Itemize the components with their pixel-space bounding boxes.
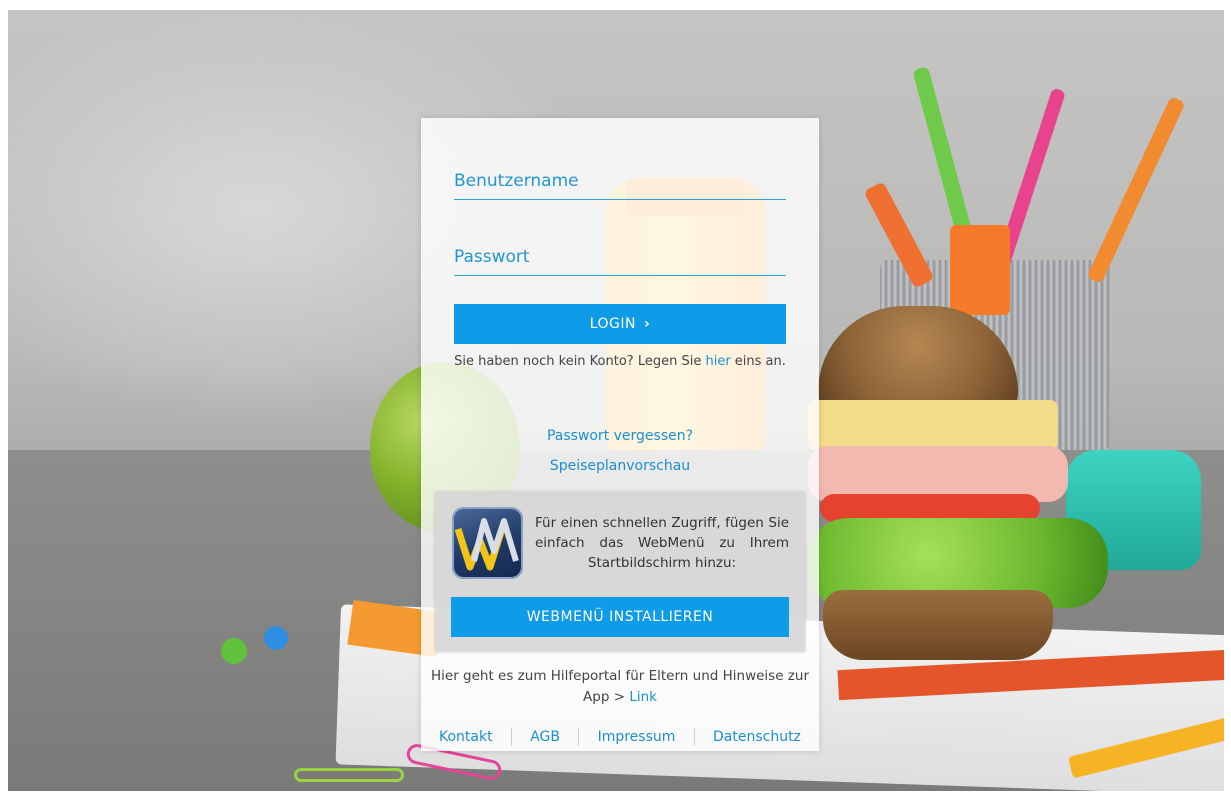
register-link[interactable]: hier — [705, 354, 730, 369]
pushpin-decoration — [264, 626, 288, 650]
help-text: Hier geht es zum Hilfeportal für Eltern … — [430, 668, 810, 705]
login-button[interactable]: LOGIN › — [454, 304, 786, 344]
username-input[interactable] — [454, 162, 786, 200]
sandwich-cheese — [808, 400, 1058, 450]
install-webmenu-button[interactable]: WEBMENÜ INSTALLIEREN — [451, 597, 789, 637]
login-button-label: LOGIN — [589, 316, 636, 332]
sandwich-bun-bottom — [823, 590, 1053, 660]
install-app-box: Für einen schnellen Zugriff, fügen Sie e… — [435, 491, 805, 651]
password-input[interactable] — [454, 238, 786, 276]
pushpin-decoration — [221, 638, 247, 664]
login-panel: LOGIN › Sie haben noch kein Konto? Legen… — [421, 118, 819, 751]
sharpener-decoration — [950, 225, 1010, 315]
paperclip-decoration — [294, 768, 404, 782]
install-instructions: Für einen schnellen Zugriff, fügen Sie e… — [535, 515, 789, 571]
webmenu-app-icon — [452, 507, 523, 579]
help-portal-text: Hier geht es zum Hilfeportal für Eltern … — [421, 666, 819, 708]
register-suffix: eins an. — [730, 354, 786, 369]
menu-preview-link[interactable]: Speiseplanvorschau — [550, 458, 690, 474]
register-prompt: Sie haben noch kein Konto? Legen Sie hie… — [454, 352, 786, 372]
forgot-password-link[interactable]: Passwort vergessen? — [547, 428, 693, 444]
register-prefix: Sie haben noch kein Konto? Legen Sie — [454, 354, 706, 369]
terms-link[interactable]: AGB — [530, 729, 560, 745]
imprint-link[interactable]: Impressum — [598, 729, 676, 745]
footer-divider — [510, 728, 512, 746]
privacy-link[interactable]: Datenschutz — [713, 729, 801, 745]
footer-divider — [693, 728, 695, 746]
pen-decoration — [1086, 95, 1186, 285]
footer-divider — [578, 728, 580, 746]
chevron-right-icon: › — [644, 316, 651, 332]
contact-link[interactable]: Kontakt — [439, 729, 493, 745]
footer-links: Kontakt AGB Impressum Datenschutz — [421, 726, 819, 748]
help-portal-link[interactable]: Link — [629, 689, 657, 705]
